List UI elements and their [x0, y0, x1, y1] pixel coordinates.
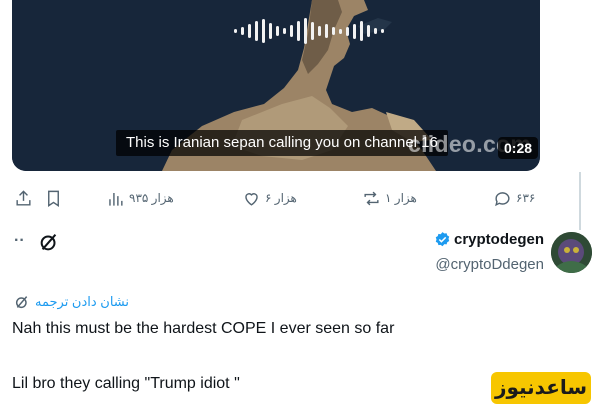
retweet-button[interactable]: هزار ۱ — [362, 185, 417, 211]
replies-count: ۶۳۶ — [516, 191, 536, 205]
bookmark-button[interactable] — [44, 185, 63, 211]
video-duration: 0:28 — [498, 137, 539, 159]
reply-author[interactable]: cryptodegen — [434, 231, 544, 248]
tweet-action-bar: هزار ۹۳۵ هزار ۶ هزار ۱ ۶۳۶ — [0, 185, 560, 211]
show-translation-link[interactable]: نشان دادن ترجمه — [14, 294, 129, 310]
reply-text-line: Nah this must be the hardest COPE I ever… — [12, 320, 395, 337]
views-button[interactable]: هزار ۹۳۵ — [106, 185, 174, 211]
verified-badge-icon — [435, 232, 450, 247]
avatar-image — [551, 232, 592, 273]
avatar[interactable] — [551, 232, 592, 273]
like-button[interactable]: هزار ۶ — [242, 185, 297, 211]
author-handle[interactable]: @cryptoDdegen — [435, 256, 544, 273]
likes-count: هزار ۶ — [265, 191, 297, 205]
heart-icon — [245, 192, 258, 206]
retweets-count: هزار ۱ — [385, 191, 417, 205]
site-logo-watermark: ساعدنیوز — [491, 372, 591, 404]
grok-icon — [15, 296, 28, 309]
views-bar-chart-icon — [109, 192, 123, 206]
share-icon — [16, 189, 31, 206]
retweet-icon — [364, 191, 379, 205]
reply-bubble-icon — [495, 191, 510, 206]
show-translation-label: نشان دادن ترجمه — [35, 294, 129, 309]
video-subtitle: This is Iranian sepan calling you on cha… — [116, 130, 448, 156]
video-player[interactable]: This is Iranian sepan calling you on cha… — [12, 0, 540, 171]
share-button[interactable] — [14, 185, 33, 211]
thread-connector-line — [579, 172, 581, 230]
reply-text-line: Lil bro they calling "Trump idiot " — [12, 375, 240, 392]
bookmark-icon — [48, 190, 59, 207]
reply-button[interactable]: ۶۳۶ — [493, 185, 535, 211]
grok-icon[interactable] — [38, 231, 60, 253]
views-count: هزار ۹۳۵ — [129, 191, 174, 205]
author-display-name: cryptodegen — [453, 231, 544, 248]
audio-waveform — [234, 18, 384, 44]
more-options-button[interactable]: ·· — [14, 232, 25, 250]
